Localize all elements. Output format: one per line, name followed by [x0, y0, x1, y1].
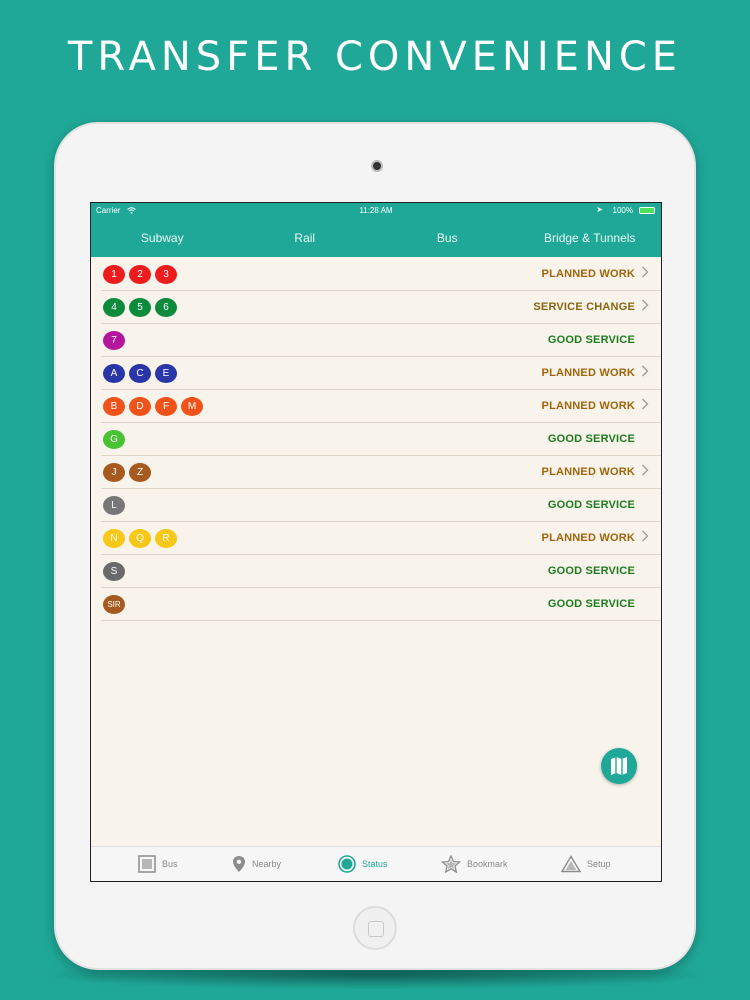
chevron-right-icon[interactable]: [641, 530, 655, 544]
line-status-row: L GOOD SERVICE: [101, 489, 661, 522]
line-badge-q: Q: [129, 528, 151, 548]
tab-bar-bookmark[interactable]: Bookmark: [441, 847, 508, 881]
status-text: PLANNED WORK: [541, 400, 635, 412]
line-badge-z: Z: [129, 462, 151, 482]
line-status-row: S GOOD SERVICE: [101, 555, 661, 588]
tab-bus[interactable]: Bus: [376, 219, 519, 257]
line-status-row[interactable]: N Q R PLANNED WORK: [101, 522, 661, 555]
line-badges: 123: [103, 264, 177, 284]
status-text: PLANNED WORK: [541, 367, 635, 379]
chevron-right-icon[interactable]: [641, 266, 655, 280]
line-status-row[interactable]: 4 5 6 SERVICE CHANGE: [101, 291, 661, 324]
line-badges: NQR: [103, 528, 177, 548]
line-badge-d: D: [129, 396, 151, 416]
status-text: PLANNED WORK: [541, 268, 635, 280]
status-text: GOOD SERVICE: [547, 499, 635, 511]
tab-bridge-tunnels[interactable]: Bridge & Tunnels: [519, 219, 662, 257]
line-badge-f: F: [155, 396, 177, 416]
chevron-right-icon[interactable]: [641, 464, 655, 478]
top-tabs: Subway Rail Bus Bridge & Tunnels: [91, 219, 661, 257]
chevron-right-icon[interactable]: [641, 398, 655, 412]
chevron-right-icon[interactable]: [641, 299, 655, 313]
line-status-row[interactable]: A C E PLANNED WORK: [101, 357, 661, 390]
line-status-list: 1 2 3 PLANNED WORK 4 5 6 SERVICE CHANGE 7 GOOD SE…: [101, 258, 661, 621]
line-badge-4: 4: [103, 297, 125, 317]
battery-percent: 100%: [612, 206, 633, 215]
tab-bar-label: Bus: [162, 859, 178, 869]
tab-subway[interactable]: Subway: [91, 219, 234, 257]
status-text: GOOD SERVICE: [547, 598, 635, 610]
status-text: SERVICE CHANGE: [533, 301, 635, 313]
status-text: GOOD SERVICE: [547, 334, 635, 346]
line-badge-e: E: [155, 363, 177, 383]
triangle-icon: [561, 855, 581, 873]
line-badge-g: G: [103, 429, 125, 449]
line-badge-b: B: [103, 396, 125, 416]
line-status-row[interactable]: 1 2 3 PLANNED WORK: [101, 258, 661, 291]
status-text: GOOD SERVICE: [547, 565, 635, 577]
line-badge-s: S: [103, 561, 125, 581]
app-screen: Carrier 11:28 AM ➤ 100% Subway Rail Bus Bri…: [90, 202, 662, 882]
line-badges: 456: [103, 297, 177, 317]
line-badge-1: 1: [103, 264, 125, 284]
star-icon: [441, 855, 461, 873]
tab-bar-label: Bookmark: [467, 859, 508, 869]
map-button[interactable]: [601, 748, 637, 784]
chevron-right-icon[interactable]: [641, 365, 655, 379]
location-arrow-icon: ➤: [596, 205, 603, 214]
line-status-row[interactable]: B D F M PLANNED WORK: [101, 390, 661, 423]
camera-icon: [371, 160, 383, 172]
home-button[interactable]: [353, 906, 397, 950]
location-pin-icon: [232, 855, 246, 873]
line-status-row[interactable]: J Z PLANNED WORK: [101, 456, 661, 489]
tab-bar-label: Status: [362, 859, 388, 869]
status-circle-icon: [338, 855, 356, 873]
line-badges: BDFM: [103, 396, 203, 416]
line-badge-c: C: [129, 363, 151, 383]
status-text: GOOD SERVICE: [547, 433, 635, 445]
line-badges: S: [103, 561, 125, 581]
line-badges: SIR: [103, 594, 125, 614]
status-bar: Carrier 11:28 AM ➤ 100%: [91, 203, 661, 219]
line-badge-r: R: [155, 528, 177, 548]
bottom-tab-bar: Bus Nearby Status Bookmark Setup: [91, 846, 661, 881]
clock: 11:28 AM: [359, 206, 393, 215]
line-badge-7: 7: [103, 330, 125, 350]
status-text: PLANNED WORK: [541, 466, 635, 478]
line-badge-6: 6: [155, 297, 177, 317]
headline: TRANSFER CONVENIENCE: [67, 34, 683, 80]
tab-rail[interactable]: Rail: [234, 219, 377, 257]
line-badges: G: [103, 429, 125, 449]
line-badges: JZ: [103, 462, 151, 482]
tab-bar-setup[interactable]: Setup: [561, 847, 611, 881]
tab-bar-bus[interactable]: Bus: [138, 847, 178, 881]
line-badges: L: [103, 495, 125, 515]
line-status-row: G GOOD SERVICE: [101, 423, 661, 456]
line-badge-n: N: [103, 528, 125, 548]
line-badge-l: L: [103, 495, 125, 515]
line-badge-3: 3: [155, 264, 177, 284]
status-text: PLANNED WORK: [541, 532, 635, 544]
tab-bar-label: Setup: [587, 859, 611, 869]
bus-square-icon: [138, 855, 156, 873]
line-status-row: 7 GOOD SERVICE: [101, 324, 661, 357]
line-badge-sir: SIR: [103, 594, 125, 614]
line-badge-a: A: [103, 363, 125, 383]
line-badge-m: M: [181, 396, 203, 416]
tab-bar-status[interactable]: Status: [338, 847, 388, 881]
tab-bar-label: Nearby: [252, 859, 282, 869]
line-badges: ACE: [103, 363, 177, 383]
tab-bar-nearby[interactable]: Nearby: [232, 847, 281, 881]
line-status-row: SIR GOOD SERVICE: [101, 588, 661, 621]
line-badges: 7: [103, 330, 125, 350]
line-badge-2: 2: [129, 264, 151, 284]
line-badge-j: J: [103, 462, 125, 482]
line-badge-5: 5: [129, 297, 151, 317]
battery-icon: [639, 207, 655, 214]
map-icon: [611, 757, 627, 775]
